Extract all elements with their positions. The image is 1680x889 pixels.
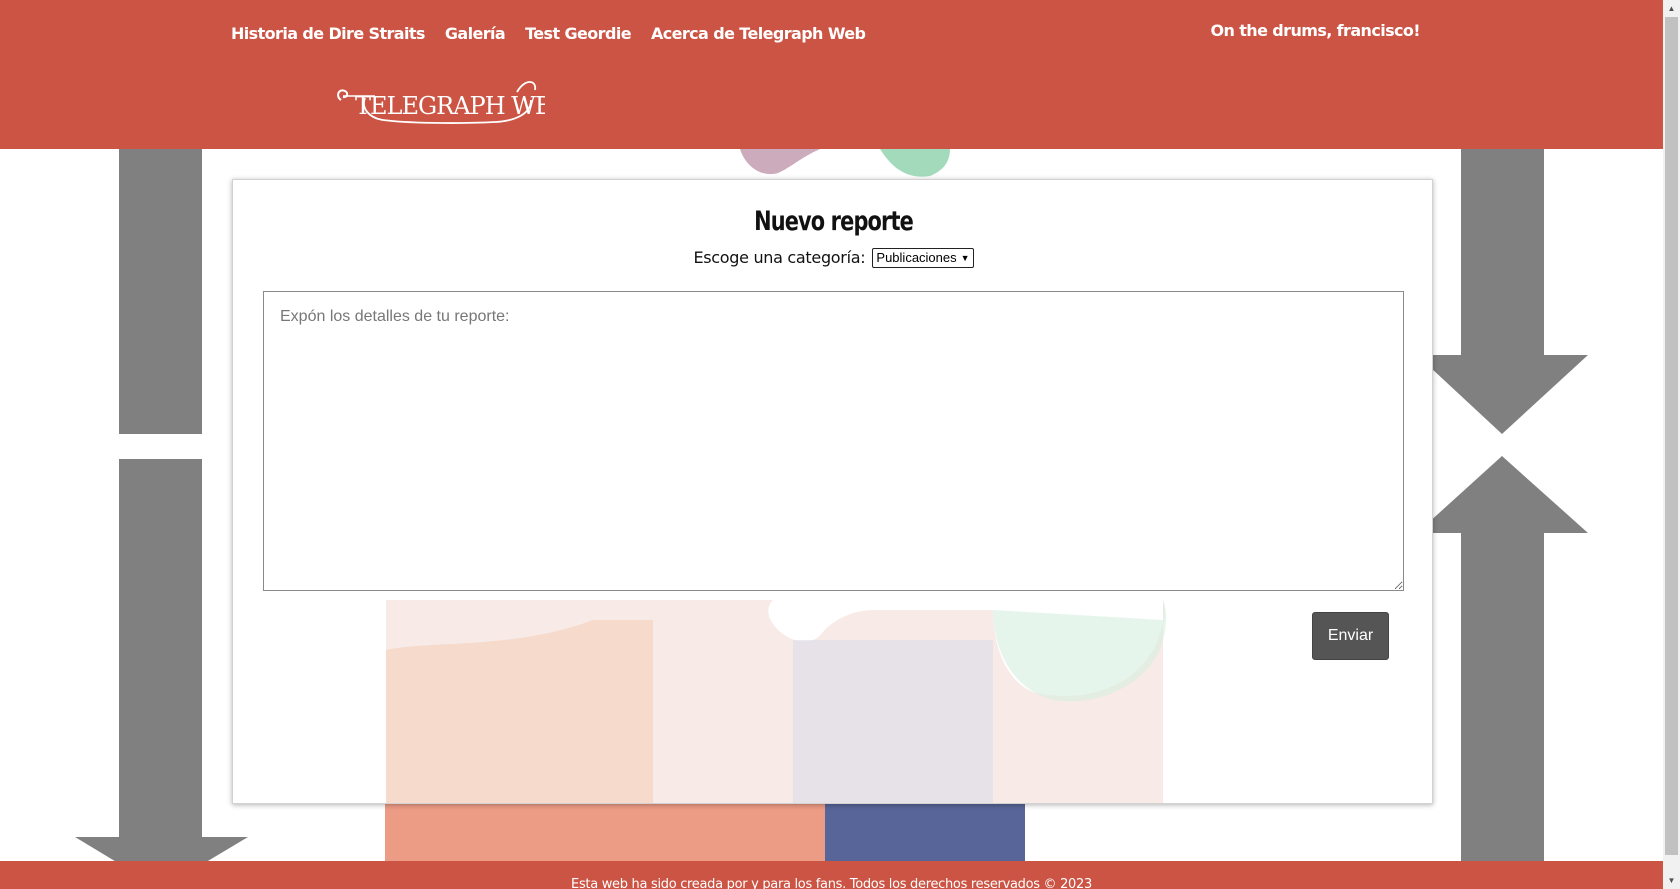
left-top-bar bbox=[119, 149, 202, 434]
page-scrollbar[interactable]: ▲ ▼ bbox=[1663, 0, 1680, 889]
report-details-textarea[interactable] bbox=[263, 291, 1404, 591]
left-bottom-bar bbox=[119, 459, 202, 849]
nav-link-historia[interactable]: Historia de Dire Straits bbox=[231, 24, 425, 43]
nav-link-acerca[interactable]: Acerca de Telegraph Web bbox=[651, 24, 866, 43]
svg-text:TELEGRAPH WEB: TELEGRAPH WEB bbox=[355, 92, 545, 120]
category-select[interactable]: Publicaciones ▼ bbox=[872, 247, 974, 268]
page: Historia de Dire Straits Galería Test Ge… bbox=[0, 0, 1680, 889]
chevron-down-icon: ▼ bbox=[960, 252, 970, 263]
right-top-bar bbox=[1461, 149, 1544, 355]
right-down-arrow-icon bbox=[1417, 355, 1588, 434]
telegraph-web-logo[interactable]: TELEGRAPH WEB bbox=[335, 74, 545, 138]
site-footer: Esta web ha sido creada por y para los f… bbox=[0, 861, 1663, 889]
right-bottom-bar bbox=[1461, 533, 1544, 863]
footer-text: Esta web ha sido creada por y para los f… bbox=[571, 877, 1092, 889]
user-greeting[interactable]: On the drums, francisco! bbox=[1210, 21, 1420, 40]
category-select-value: Publicaciones bbox=[876, 250, 957, 265]
right-up-arrow-icon bbox=[1417, 456, 1588, 533]
category-row: Escoge una categoría: Publicaciones ▼ bbox=[233, 247, 1432, 268]
report-card: Nuevo reporte Escoge una categoría: Publ… bbox=[232, 179, 1433, 804]
site-header: Historia de Dire Straits Galería Test Ge… bbox=[0, 0, 1663, 149]
guitar-art-top-right bbox=[880, 149, 950, 177]
scroll-down-arrow-icon[interactable]: ▼ bbox=[1663, 872, 1680, 889]
scroll-up-arrow-icon[interactable]: ▲ bbox=[1663, 0, 1680, 17]
nav-link-test-geordie[interactable]: Test Geordie bbox=[525, 24, 631, 43]
scroll-thumb[interactable] bbox=[1665, 17, 1678, 855]
page-title: Nuevo reporte bbox=[754, 206, 914, 237]
submit-button[interactable]: Enviar bbox=[1312, 612, 1389, 660]
category-label: Escoge una categoría: bbox=[693, 248, 866, 267]
main-nav: Historia de Dire Straits Galería Test Ge… bbox=[231, 24, 866, 43]
guitar-art-top bbox=[740, 149, 820, 175]
nav-link-galeria[interactable]: Galería bbox=[445, 24, 506, 43]
